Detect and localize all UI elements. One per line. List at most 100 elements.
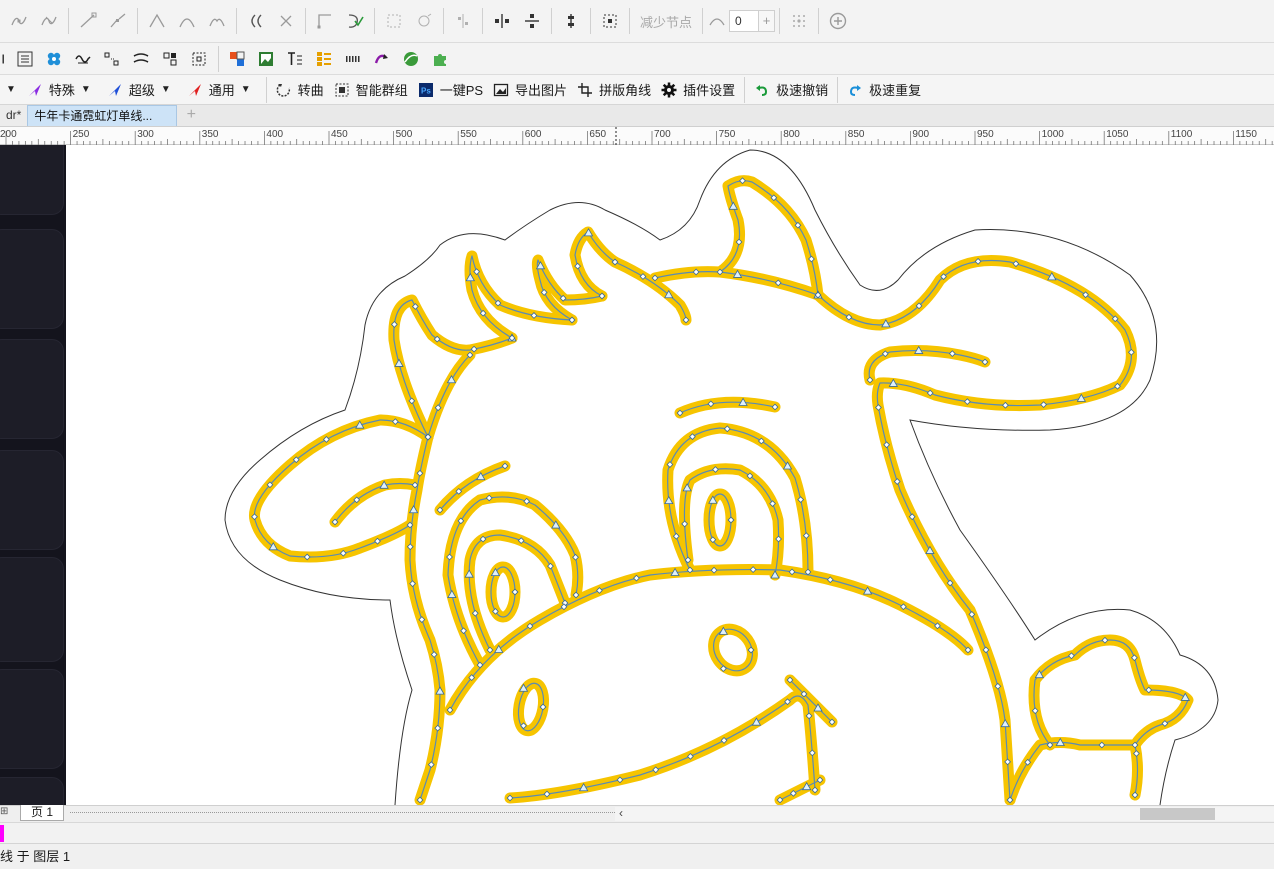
to-curve-button[interactable] [172,6,202,36]
menu-export-image-label: 导出图片 [515,83,568,98]
separator [236,8,237,34]
separator [837,76,839,103]
node-distribute-button[interactable] [98,45,126,73]
smoothness-spin-button[interactable]: + [759,10,776,32]
menu-crop-marks-label: 拼版角线 [599,83,652,98]
align-nodes-button[interactable] [448,6,478,36]
add-tab-button[interactable]: + [181,106,201,125]
cusp-node-button[interactable] [202,6,232,36]
drawing-canvas[interactable] [66,145,1274,805]
menu-general[interactable]: 通用 ▼ [182,77,262,103]
elastic-mode-icon [568,14,574,28]
flower-button[interactable] [40,45,68,73]
grid-list-button[interactable] [310,45,338,73]
square-nodes-button[interactable] [156,45,184,73]
cow-neon-artwork[interactable] [66,145,1274,805]
ruler-label: 450 [331,129,348,140]
add-page-icon[interactable]: ⊞ [0,806,8,817]
export-image-icon [493,83,509,96]
plugin-menu-bar: ▼ 特殊 ▼ 超级 ▼ 通用 ▼ 转曲 智能群组 Ps 一键PS 导出图片 拼版… [0,75,1274,105]
delete-node-button[interactable] [34,6,64,36]
docker-tile [0,339,64,439]
add-node-button[interactable] [4,6,34,36]
horizontal-ruler[interactable]: 200 250 300 350 400 450 500 550 600 650 700 750 800 8… [0,127,1274,145]
select-all-nodes-button[interactable] [595,6,625,36]
ruler-label: 350 [202,129,219,140]
menu-one-click-ps-label: 一键PS [439,83,484,98]
reverse-direction-button[interactable] [310,6,340,36]
color-swatch-magenta[interactable] [0,825,4,842]
chevron-down-icon[interactable]: ▼ [6,84,16,95]
elastic-mode-button[interactable] [556,6,586,36]
ruler-label: 1100 [1171,129,1193,140]
break-curve-icon [110,13,126,28]
stretch-nodes-button[interactable] [409,6,439,36]
select-nodes-button[interactable] [784,6,814,36]
barcode-button[interactable] [339,45,367,73]
transform-arrow-button[interactable] [368,45,396,73]
extract-subpath-icon [387,14,401,28]
break-curve-button[interactable] [103,6,133,36]
menu-export-image[interactable]: 导出图片 [488,77,572,103]
ball-button[interactable] [397,45,425,73]
smart-group-icon [335,83,349,96]
extract-subpath-button[interactable] [379,6,409,36]
docker-tile [0,557,64,662]
symmetric-node-button[interactable] [271,6,301,36]
docker-tile [0,229,64,329]
vertical-reflect-button[interactable] [517,6,547,36]
ruler-label: 500 [396,129,413,140]
horizontal-scrollbar[interactable]: ‹ [615,806,1274,821]
left-docker-panel[interactable] [0,145,66,805]
convert-curve-icon [276,83,290,97]
dotted-grid-icon [793,15,806,27]
smooth-node-button[interactable] [241,6,271,36]
menu-crop-marks[interactable]: 拼版角线 [572,77,656,103]
menu-special[interactable]: 特殊 ▼ [22,77,102,103]
page-bar-divider [70,812,615,813]
scroll-left-icon[interactable]: ‹ [619,806,623,820]
menu-fast-redo[interactable]: 极速重复 [842,77,926,103]
join-nodes-button[interactable] [73,6,103,36]
close-curve-button[interactable] [340,6,370,36]
toolbar-grip[interactable] [0,45,10,73]
dotted-select-icon [192,52,206,65]
menu-super[interactable]: 超级 ▼ [102,77,182,103]
reduce-nodes-button[interactable]: 减少节点 [634,12,698,31]
puzzle-plugin-button[interactable] [426,45,454,73]
menu-convert-curve[interactable]: 转曲 [271,77,329,103]
stretch-nodes-icon [418,13,432,27]
horizontal-reflect-button[interactable] [487,6,517,36]
menu-smart-group-label: 智能群组 [355,83,408,98]
color-objects-button[interactable] [223,45,251,73]
docker-tile [0,669,64,769]
menu-fast-undo-label: 极速撤销 [776,83,829,98]
menu-smart-group[interactable]: 智能群组 [329,77,413,103]
menu-one-click-ps[interactable]: Ps 一键PS [413,77,488,103]
image-frame-button[interactable] [252,45,280,73]
blue-arrow-icon [108,83,121,96]
tab-previous-document[interactable]: dr* [0,105,28,126]
square-nodes-icon [163,52,177,65]
menu-plugin-settings[interactable]: 插件设置 [656,77,740,103]
smoothness-input[interactable]: 0 [729,10,760,32]
menu-plugin-settings-label: 插件设置 [683,83,736,98]
page-tab-1[interactable]: 页 1 [20,805,65,821]
add-toolbar-item-button[interactable] [823,6,853,36]
text-align-button[interactable] [281,45,309,73]
lines-button[interactable] [127,45,155,73]
barcode-icon [346,55,360,62]
document-list-button[interactable] [11,45,39,73]
svg-text:Ps: Ps [421,86,431,95]
separator [590,8,591,34]
red-arrow-icon [188,83,201,96]
ruler-label: 850 [848,129,865,140]
ruler-label: 750 [719,129,736,140]
dotted-select-button[interactable] [185,45,213,73]
menu-fast-undo[interactable]: 极速撤销 [749,77,833,103]
undo-icon [756,84,768,96]
to-line-button[interactable] [142,6,172,36]
scrollbar-thumb[interactable] [1140,808,1215,820]
tab-active-document[interactable]: 牛年卡通霓虹灯单线... [27,105,178,126]
wave-button[interactable] [69,45,97,73]
